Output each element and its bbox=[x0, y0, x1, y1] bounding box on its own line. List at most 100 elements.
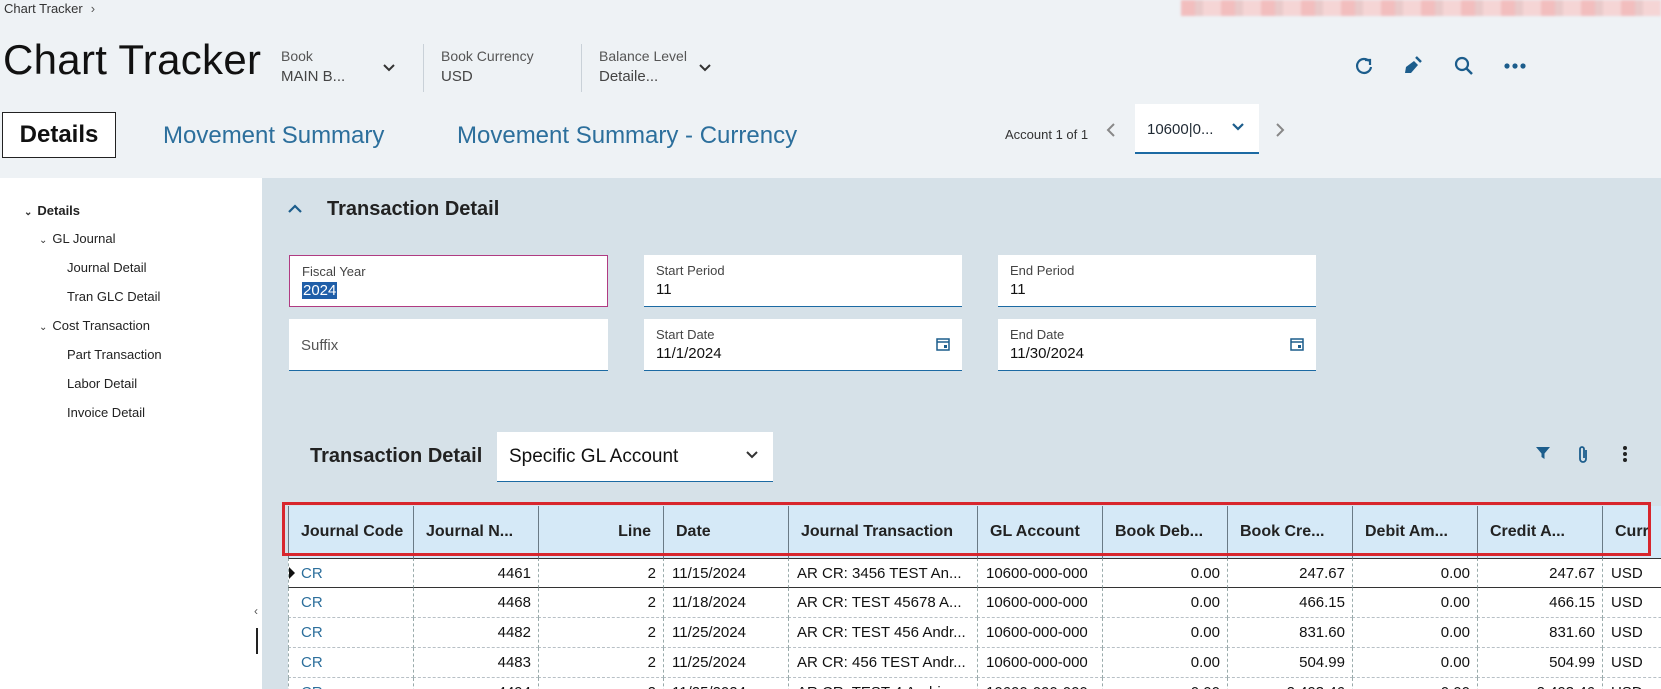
cell-currency: USD bbox=[1602, 678, 1661, 689]
cell-line: 2 bbox=[538, 558, 664, 588]
cell-debit-amount: 0.00 bbox=[1352, 618, 1478, 648]
cell-journal-code[interactable]: CR bbox=[288, 648, 414, 678]
nav-item-labor-detail[interactable]: Labor Detail bbox=[67, 376, 137, 391]
page-title: Chart Tracker bbox=[3, 36, 262, 83]
balance-level-value: Detaile... bbox=[599, 68, 659, 85]
divider bbox=[423, 44, 424, 92]
cell-book-credit: 504.99 bbox=[1227, 648, 1353, 678]
book-currency-value: USD bbox=[441, 68, 473, 85]
chevron-right-icon[interactable] bbox=[1275, 122, 1285, 143]
cell-book-debit: 0.00 bbox=[1102, 558, 1228, 588]
cell-date: 11/25/2024 bbox=[663, 618, 789, 648]
table-row[interactable]: CR 4461 2 11/15/2024 AR CR: 3456 TEST An… bbox=[288, 558, 1661, 588]
cell-book-debit: 0.00 bbox=[1102, 618, 1228, 648]
collapse-arrow-icon[interactable]: ‹ bbox=[254, 604, 258, 618]
table-row[interactable]: CR 4483 2 11/25/2024 AR CR: 456 TEST And… bbox=[288, 648, 1661, 678]
refresh-icon[interactable] bbox=[1350, 52, 1378, 80]
splitter-handle[interactable] bbox=[256, 628, 258, 654]
book-label: Book bbox=[281, 48, 313, 64]
balance-level-selector[interactable]: Balance Level Detaile... bbox=[599, 48, 687, 85]
cell-currency: USD bbox=[1602, 588, 1661, 618]
cell-journal-num: 4494 bbox=[413, 678, 539, 689]
chevron-down-icon bbox=[745, 447, 759, 465]
nav-item-journal-detail[interactable]: Journal Detail bbox=[67, 260, 147, 275]
fiscal-year-value: 2024 bbox=[302, 282, 338, 299]
suffix-input[interactable]: Suffix bbox=[289, 319, 608, 371]
end-date-field[interactable]: End Date 11/30/2024 bbox=[998, 319, 1316, 371]
attachment-icon[interactable] bbox=[1576, 445, 1590, 470]
cell-journal-code[interactable]: CR bbox=[288, 558, 414, 588]
breadcrumb[interactable]: Chart Tracker › bbox=[4, 1, 95, 16]
cell-date: 11/18/2024 bbox=[663, 588, 789, 618]
table-row[interactable]: CR 4494 2 11/25/2024 AR CR: TEST 4 Andri… bbox=[288, 678, 1661, 689]
cell-debit-amount: 0.00 bbox=[1352, 588, 1478, 618]
start-period-label: Start Period bbox=[656, 263, 725, 278]
search-icon[interactable] bbox=[1450, 52, 1478, 80]
cell-journal-num: 4483 bbox=[413, 648, 539, 678]
book-chevron-down-icon[interactable] bbox=[382, 60, 396, 78]
tab-movement-summary[interactable]: Movement Summary bbox=[163, 122, 384, 150]
nav-item-part-transaction[interactable]: Part Transaction bbox=[67, 347, 162, 362]
table-row[interactable]: CR 4482 2 11/25/2024 AR CR: TEST 456 And… bbox=[288, 618, 1661, 648]
cell-date: 11/15/2024 bbox=[663, 558, 789, 588]
nav-item-details[interactable]: ⌄ Details bbox=[24, 203, 80, 218]
calendar-icon[interactable] bbox=[1290, 337, 1304, 356]
cell-journal-num: 4468 bbox=[413, 588, 539, 618]
cell-credit-amount: 2,493.46 bbox=[1477, 678, 1603, 689]
cell-gl-account: 10600-000-000 bbox=[977, 618, 1103, 648]
tab-movement-summary-currency[interactable]: Movement Summary - Currency bbox=[457, 122, 797, 150]
cell-credit-amount: 466.15 bbox=[1477, 588, 1603, 618]
nav-item-label: GL Journal bbox=[52, 231, 116, 246]
nav-item-gl-journal[interactable]: ⌄ GL Journal bbox=[39, 231, 116, 246]
calendar-icon[interactable] bbox=[936, 337, 950, 356]
cell-journal-code[interactable]: CR bbox=[288, 678, 414, 689]
grid-title: Transaction Detail bbox=[310, 445, 483, 467]
end-period-field[interactable]: End Period 11 bbox=[998, 255, 1316, 307]
end-date-label: End Date bbox=[1010, 327, 1065, 342]
twisty-expanded-icon[interactable]: ⌄ bbox=[24, 207, 32, 218]
cell-journal-transaction: AR CR: TEST 45678 A... bbox=[788, 588, 978, 618]
cell-journal-transaction: AR CR: TEST 456 Andr... bbox=[788, 618, 978, 648]
balance-chevron-down-icon[interactable] bbox=[698, 60, 712, 78]
tab-details[interactable]: Details bbox=[2, 112, 116, 158]
redacted-url bbox=[1181, 0, 1661, 16]
cell-journal-num: 4461 bbox=[413, 558, 539, 588]
cell-journal-transaction: AR CR: 456 TEST Andr... bbox=[788, 648, 978, 678]
cell-currency: USD bbox=[1602, 558, 1661, 588]
account-select[interactable]: 10600|0... bbox=[1135, 104, 1259, 154]
book-value: MAIN B... bbox=[281, 68, 346, 85]
nav-item-label: Cost Transaction bbox=[52, 318, 150, 333]
twisty-expanded-icon[interactable]: ⌄ bbox=[39, 235, 47, 246]
cell-book-credit: 2,493.46 bbox=[1227, 678, 1353, 689]
cell-book-debit: 0.00 bbox=[1102, 588, 1228, 618]
clear-broom-icon[interactable] bbox=[1399, 52, 1427, 80]
cell-credit-amount: 831.60 bbox=[1477, 618, 1603, 648]
breadcrumb-text[interactable]: Chart Tracker bbox=[4, 1, 83, 16]
cell-journal-code[interactable]: CR bbox=[288, 618, 414, 648]
header-highlight-box bbox=[282, 502, 1651, 556]
cell-journal-code[interactable]: CR bbox=[288, 588, 414, 618]
book-currency-label: Book Currency bbox=[441, 48, 534, 64]
twisty-expanded-icon[interactable]: ⌄ bbox=[39, 322, 47, 333]
chevron-left-icon[interactable] bbox=[1106, 122, 1116, 143]
panel-title: Transaction Detail bbox=[327, 198, 500, 220]
nav-item-invoice-detail[interactable]: Invoice Detail bbox=[67, 405, 145, 420]
start-date-label: Start Date bbox=[656, 327, 715, 342]
start-date-field[interactable]: Start Date 11/1/2024 bbox=[644, 319, 962, 371]
filter-icon[interactable] bbox=[1535, 445, 1551, 466]
more-options-icon[interactable] bbox=[1501, 52, 1529, 80]
cell-journal-num: 4482 bbox=[413, 618, 539, 648]
fiscal-year-field[interactable]: Fiscal Year 2024 bbox=[289, 255, 608, 307]
cell-gl-account: 10600-000-000 bbox=[977, 588, 1103, 618]
cell-credit-amount: 504.99 bbox=[1477, 648, 1603, 678]
divider bbox=[581, 44, 582, 92]
book-selector[interactable]: Book MAIN B... bbox=[281, 48, 345, 85]
nav-item-cost-transaction[interactable]: ⌄ Cost Transaction bbox=[39, 318, 150, 333]
grid-more-icon[interactable] bbox=[1622, 445, 1628, 468]
start-date-value: 11/1/2024 bbox=[656, 345, 722, 362]
start-period-field[interactable]: Start Period 11 bbox=[644, 255, 962, 307]
table-row[interactable]: CR 4468 2 11/18/2024 AR CR: TEST 45678 A… bbox=[288, 588, 1661, 618]
chevron-up-icon[interactable] bbox=[287, 198, 303, 221]
grid-view-select[interactable]: Specific GL Account bbox=[497, 432, 773, 482]
nav-item-tran-glc-detail[interactable]: Tran GLC Detail bbox=[67, 289, 160, 304]
